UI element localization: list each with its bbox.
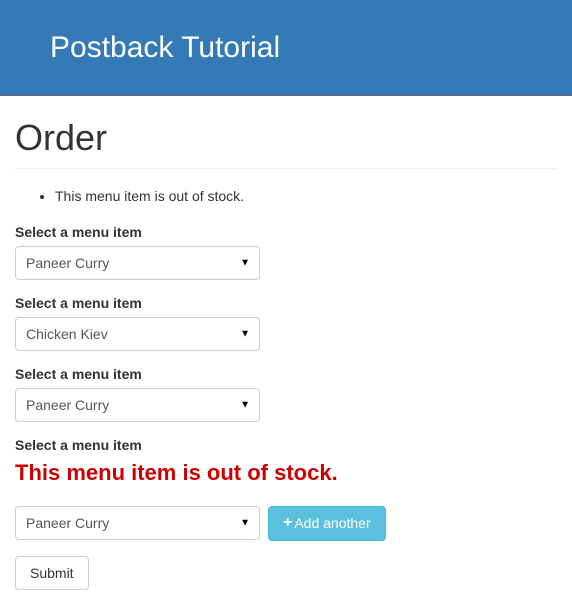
- page-title: Order: [15, 118, 557, 158]
- select-wrap: Paneer Curry ▼: [15, 246, 260, 280]
- menu-item-label: Select a menu item: [15, 224, 557, 240]
- navbar: Postback Tutorial: [0, 0, 572, 96]
- inline-error: This menu item is out of stock.: [15, 459, 557, 488]
- menu-item-group: Select a menu item Paneer Curry ▼: [15, 366, 557, 422]
- submit-wrap: Submit: [15, 556, 557, 591]
- plus-icon: +: [283, 515, 292, 531]
- form-error-item: This menu item is out of stock.: [55, 187, 557, 207]
- menu-item-select[interactable]: Paneer Curry: [15, 506, 260, 540]
- menu-item-group: Select a menu item This menu item is out…: [15, 437, 557, 540]
- menu-item-select[interactable]: Paneer Curry: [15, 388, 260, 422]
- navbar-title: Postback Tutorial: [50, 31, 280, 65]
- select-wrap: Paneer Curry ▼: [15, 506, 260, 540]
- menu-item-label: Select a menu item: [15, 366, 557, 382]
- form-error-list: This menu item is out of stock.: [15, 187, 557, 207]
- submit-button[interactable]: Submit: [15, 556, 89, 591]
- menu-item-select[interactable]: Chicken Kiev: [15, 317, 260, 351]
- menu-item-label: Select a menu item: [15, 295, 557, 311]
- add-another-button[interactable]: +Add another: [268, 506, 386, 541]
- add-another-label: Add another: [294, 515, 370, 532]
- select-row: Paneer Curry ▼ +Add another: [15, 506, 557, 541]
- menu-item-group: Select a menu item Paneer Curry ▼: [15, 224, 557, 280]
- page-header: Order: [15, 118, 557, 169]
- menu-item-select[interactable]: Paneer Curry: [15, 246, 260, 280]
- main-container: Order This menu item is out of stock. Se…: [0, 96, 572, 605]
- menu-item-label: Select a menu item: [15, 437, 557, 453]
- menu-item-group: Select a menu item Chicken Kiev ▼: [15, 295, 557, 351]
- select-wrap: Paneer Curry ▼: [15, 388, 260, 422]
- select-wrap: Chicken Kiev ▼: [15, 317, 260, 351]
